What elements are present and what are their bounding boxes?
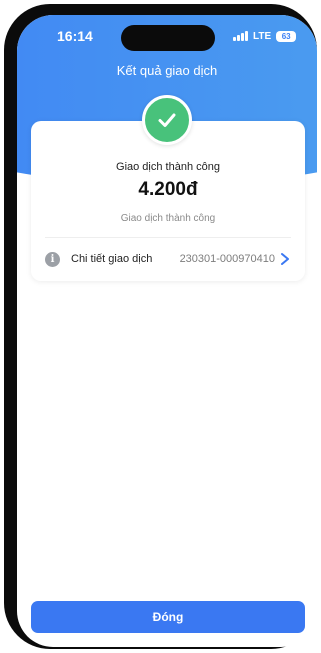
status-bar: 16:14 LTE 63: [17, 15, 317, 53]
network-type: LTE: [253, 30, 272, 42]
transaction-amount: 4.200đ: [138, 179, 198, 200]
transaction-detail-row[interactable]: i Chi tiết giao dịch 230301-000970410: [31, 241, 305, 277]
success-badge: [142, 95, 192, 145]
transaction-id: 230301-000970410: [179, 253, 275, 265]
status-time: 16:14: [57, 28, 93, 44]
info-icon: i: [45, 252, 60, 267]
dynamic-island: [121, 25, 215, 51]
status-indicators: LTE 63: [233, 29, 297, 43]
close-button[interactable]: Đóng: [31, 601, 305, 633]
divider: [45, 237, 291, 238]
page-title: Kết quả giao dịch: [116, 63, 218, 78]
screen: 16:14 LTE 63 Kết quả giao dịch Giao dịch…: [17, 15, 317, 647]
signal-icon: [233, 31, 248, 41]
result-subtitle: Giao dịch thành công: [120, 213, 216, 224]
chevron-right-icon: [281, 253, 289, 265]
phone-frame: 16:14 LTE 63 Kết quả giao dịch Giao dịch…: [4, 4, 317, 649]
check-icon: [158, 113, 176, 127]
result-card: Giao dịch thành công 4.200đ Giao dịch th…: [31, 121, 305, 281]
battery-icon: 63: [276, 30, 297, 42]
detail-label: Chi tiết giao dịch: [71, 253, 153, 265]
result-title: Giao dịch thành công: [116, 161, 220, 173]
